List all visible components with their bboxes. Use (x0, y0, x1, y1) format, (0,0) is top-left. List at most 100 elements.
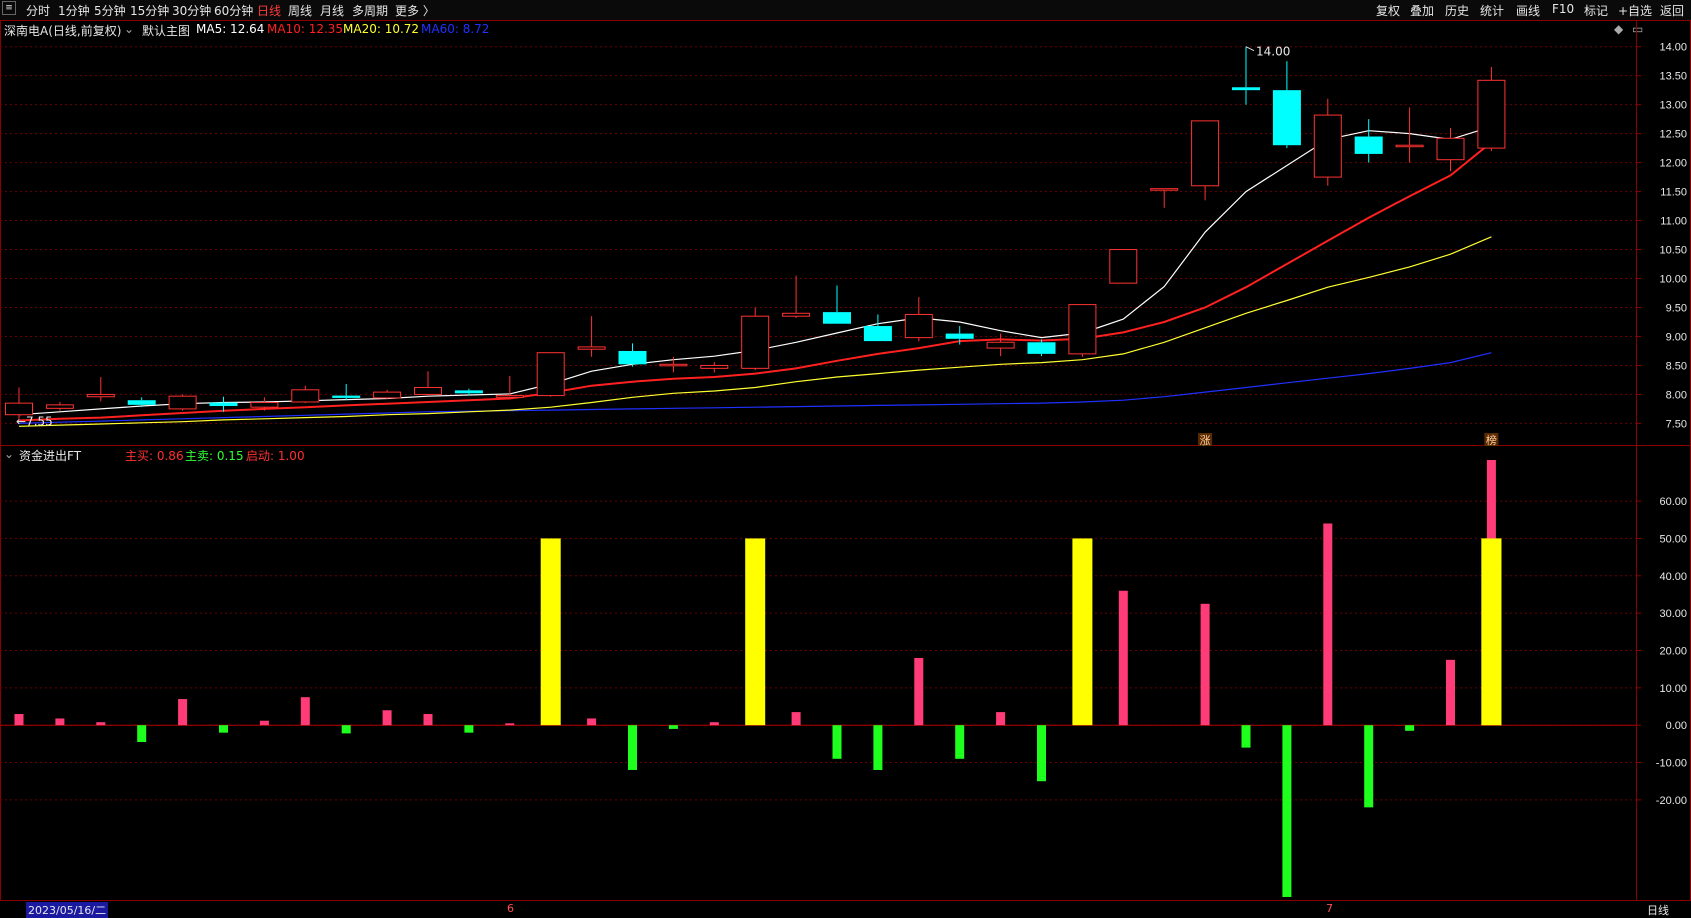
candle-body-up (1150, 188, 1179, 191)
candle-body-up (1109, 249, 1138, 284)
candle-body-up (373, 391, 402, 399)
price-tick-label: 8.00 (1666, 389, 1687, 401)
ma10-line (18, 141, 1493, 422)
indicator-tick-label: 60.00 (1659, 496, 1687, 508)
candle-body-up (291, 389, 320, 403)
indicator-tick-label: 0.00 (1666, 720, 1687, 732)
candle-body-up (414, 386, 442, 395)
buy-bar (423, 713, 433, 726)
badge-text: 榜 (1486, 433, 1497, 447)
candle-body-up (168, 395, 197, 410)
sell-bar (1282, 725, 1292, 897)
candle-body-up (1191, 120, 1220, 187)
buy-bar (709, 722, 719, 726)
sell-bar (628, 725, 637, 771)
buy-bar (259, 720, 269, 726)
candle-body-up (1313, 114, 1342, 178)
indicator-tick-label: 50.00 (1659, 533, 1687, 545)
indicator-tick-label: -10.00 (1656, 758, 1687, 770)
candle-body-up (659, 363, 688, 367)
sell-bar (1241, 725, 1251, 748)
start-signal-bar (1072, 538, 1093, 726)
candle-body-down (209, 402, 238, 407)
candle-body-up (782, 312, 811, 317)
candle-body-up (45, 404, 74, 409)
price-tick-label: 10.00 (1659, 274, 1687, 286)
buy-bar (1323, 523, 1333, 726)
candle-body-up (1436, 137, 1465, 161)
sell-bar (341, 725, 351, 734)
low-annotation: ←7.55 (16, 415, 53, 429)
price-tick-label: 11.50 (1660, 187, 1687, 199)
buy-bar (55, 718, 65, 726)
candle-body-up (495, 395, 524, 398)
candle-body-down (618, 350, 647, 365)
sell-bar (1037, 725, 1046, 782)
price-tick-label: 14.00 (1659, 42, 1687, 54)
chart-svg[interactable]: 7.50 8.00 8.50 9.00 9.50 10.00 10.50 11.00 11.50… (0, 0, 1691, 916)
price-tick-label: 12.00 (1659, 158, 1687, 170)
indicator-tick-label: 20.00 (1659, 645, 1687, 657)
buy-bar (505, 723, 515, 726)
candle-body-down (1027, 342, 1056, 354)
candle-body-up (250, 402, 279, 408)
price-tick-label: 9.00 (1666, 331, 1687, 343)
buy-bar (996, 712, 1006, 726)
candle-body-down (945, 333, 974, 339)
buy-bar (587, 718, 597, 726)
start-signal-bar (1481, 538, 1502, 726)
buy-bar (1118, 590, 1128, 726)
buy-bar (178, 699, 188, 726)
candle-body-down (1354, 136, 1383, 154)
sell-bar (832, 725, 842, 759)
indicator-tick-label: 40.00 (1659, 571, 1687, 583)
candle-body-up (577, 346, 606, 350)
candle-body-down (454, 390, 483, 394)
candle-body-up (536, 352, 565, 397)
sell-bar (1364, 725, 1374, 808)
buy-bar (914, 657, 924, 726)
sell-bar (464, 725, 474, 733)
candle-body-up (1477, 79, 1506, 149)
candle-body-down (863, 326, 892, 342)
candle-body-down (1232, 87, 1260, 91)
price-tick-label: 13.50 (1659, 71, 1687, 83)
buy-bar (300, 697, 310, 726)
candle-body-down (127, 400, 156, 405)
candle-body-down (1272, 90, 1301, 146)
candle-body-down (823, 312, 851, 324)
start-signal-bar (540, 538, 561, 726)
price-tick-label: 11.00 (1660, 216, 1687, 228)
price-tick-label: 8.50 (1666, 360, 1687, 372)
buy-bar (382, 710, 392, 726)
sell-bar (955, 725, 965, 759)
sell-bar (219, 725, 228, 733)
start-signal-bar (745, 538, 766, 726)
indicator-tick-label: -20.00 (1656, 795, 1687, 807)
price-tick-label: 12.50 (1659, 129, 1687, 141)
price-panel-frame (0, 20, 1691, 446)
candle-body-up (1395, 144, 1424, 148)
buy-bar (791, 712, 801, 726)
candle-body-up (986, 341, 1015, 349)
candle-body-up (700, 364, 729, 369)
buy-bar (1200, 603, 1210, 726)
buy-bar (96, 722, 106, 726)
price-tick-label: 7.50 (1666, 418, 1687, 430)
indicator-panel-frame (0, 445, 1691, 901)
indicator-tick-label: 30.00 (1659, 608, 1687, 620)
candle-body-up (5, 402, 33, 416)
candle-body-down (332, 395, 361, 398)
candle-body-up (86, 393, 115, 398)
high-annotation: 14.00 (1256, 45, 1290, 59)
buy-bar (1446, 659, 1455, 726)
sell-bar (137, 725, 147, 742)
price-tick-label: 13.00 (1659, 100, 1687, 112)
candle-body-up (904, 313, 933, 339)
indicator-tick-label: 10.00 (1659, 683, 1687, 695)
badge-text: 涨 (1200, 434, 1211, 447)
high-pointer (1245, 46, 1255, 52)
price-tick-label: 9.50 (1666, 302, 1687, 314)
price-tick-label: 10.50 (1659, 245, 1687, 257)
sell-bar (1405, 725, 1415, 731)
